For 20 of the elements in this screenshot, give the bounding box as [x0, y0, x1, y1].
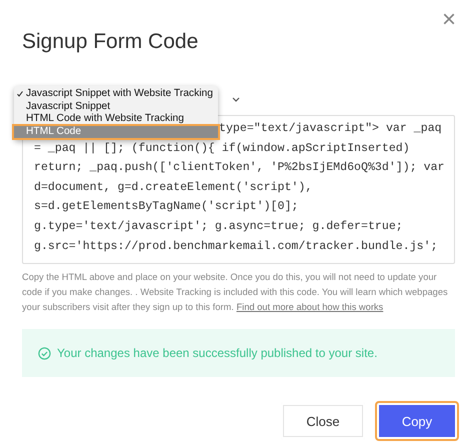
copy-button[interactable]: Copy — [375, 401, 459, 441]
code-line: d=document, g=d.createElement('script'), — [34, 180, 314, 196]
code-line: type="text/javascript"> var _paq — [219, 121, 442, 137]
menu-item[interactable]: Javascript Snippet with Website Tracking — [14, 88, 218, 100]
description: Copy the HTML above and place on your website. Once you do this, you will not need to update your code if you make changes. . Website Tracking is included with this code. You will learn which webpages your subscribers visit after they sign up to this form. Find out more about how this works — [22, 271, 449, 314]
menu-item[interactable]: Javascript Snippet — [14, 100, 218, 113]
check-circle-icon — [38, 346, 51, 360]
close-button[interactable]: × — [438, 6, 460, 34]
code-line: s=d.getElementsByTagName('script')[0]; — [34, 199, 300, 216]
chevron-icon — [232, 97, 240, 103]
dialog-title: Signup Form Code — [22, 30, 200, 54]
code-line: g.src='https://prod.benchmarkemail.com/tracker.bundle.js'; — [34, 238, 439, 255]
code-line: g.type='text/javascript'; g.async=true; g.defer=true; — [34, 218, 404, 235]
code-line: = _paq || []; (function(){ if(window.apScriptInserted) — [34, 140, 411, 157]
code-line: return; _paq.push(['clientToken', 'P%2bsIjEMd6oQ%3d']); var — [34, 160, 446, 176]
close-button[interactable]: Close — [279, 401, 367, 441]
success-message: Your changes have been successfully published to your site. — [57, 346, 378, 360]
menu-item[interactable]: HTML Code with Website Tracking — [14, 113, 218, 126]
learn-more-link[interactable]: Find out more about how this works — [236, 302, 384, 312]
code-area[interactable] — [22, 115, 455, 264]
